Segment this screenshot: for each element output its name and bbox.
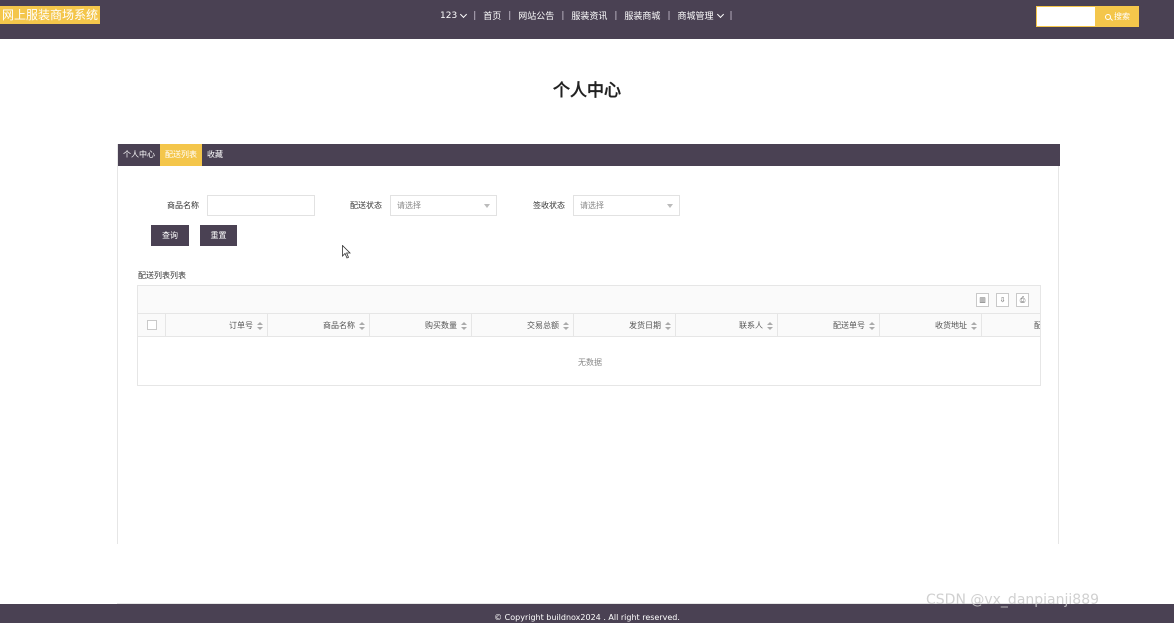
search-input[interactable] [1036, 6, 1096, 27]
print-icon[interactable]: ⎙ [1016, 293, 1029, 307]
columns-icon[interactable]: ▥ [976, 293, 989, 307]
sort-icon [461, 321, 467, 330]
nav-item-home[interactable]: 首页 [483, 9, 501, 22]
column-header[interactable]: 购买数量 [370, 314, 472, 337]
nav-separator: | [667, 10, 671, 21]
top-navbar: 网上服装商场系统 123 | 首页 | 网站公告 | 服装资讯 | 服装商城 |… [0, 0, 1174, 39]
delivery-status-select[interactable]: 请选择 [390, 195, 497, 216]
tab-delivery-list[interactable]: 配送列表 [160, 144, 202, 166]
main-nav: 123 | 首页 | 网站公告 | 服装资讯 | 服装商城 | 商城管理 | [440, 0, 740, 31]
nav-separator: | [473, 10, 477, 21]
nav-item-announcements[interactable]: 网站公告 [518, 9, 554, 22]
search-icon [1105, 13, 1111, 20]
select-all-cell [138, 314, 166, 337]
product-name-label: 商品名称 [167, 201, 199, 210]
select-all-checkbox[interactable] [147, 320, 157, 330]
product-name-input[interactable] [207, 195, 315, 216]
sort-icon [665, 321, 671, 330]
table-header: 订单号 商品名称 购买数量 交易总额 发货日期 联系人 配送单号 收货地址 配 [138, 314, 1040, 337]
empty-state: 无数据 [578, 358, 602, 367]
page-title: 个人中心 [553, 81, 621, 101]
list-title: 配送列表列表 [138, 271, 186, 280]
chevron-down-icon [460, 10, 468, 18]
query-button[interactable]: 查询 [151, 225, 189, 246]
export-icon[interactable]: ⇩ [996, 293, 1009, 307]
nav-item-fashion-news[interactable]: 服装资讯 [571, 9, 607, 22]
tab-favorites[interactable]: 收藏 [202, 144, 228, 166]
search-button[interactable]: 搜索 [1096, 6, 1139, 27]
nav-item-fashion-mall[interactable]: 服装商城 [624, 9, 660, 22]
delivery-table: ▥ ⇩ ⎙ 订单号 商品名称 购买数量 交易总额 发货日期 联系人 配送单号 收… [137, 285, 1041, 386]
column-header[interactable]: 配送单号 [778, 314, 880, 337]
delivery-status-label: 配送状态 [350, 201, 382, 210]
sign-status-label: 签收状态 [533, 201, 565, 210]
mouse-cursor-icon [342, 245, 351, 259]
sort-icon [563, 321, 569, 330]
tab-personal-center[interactable]: 个人中心 [118, 144, 160, 166]
brand-logo-text[interactable]: 网上服装商场系统 [0, 6, 101, 24]
sort-icon [359, 321, 365, 330]
column-header[interactable]: 发货日期 [574, 314, 676, 337]
copyright-text: © Copyright buildnox2024 . All right res… [494, 613, 680, 622]
nav-separator: | [561, 10, 565, 21]
sort-icon [767, 321, 773, 330]
nav-item-mall-admin[interactable]: 商城管理 [677, 9, 724, 22]
nav-separator: | [729, 10, 733, 21]
nav-separator: | [508, 10, 512, 21]
sort-icon [257, 321, 263, 330]
column-header[interactable]: 收货地址 [880, 314, 982, 337]
nav-item-user[interactable]: 123 [440, 10, 468, 21]
column-header[interactable]: 交易总额 [472, 314, 574, 337]
nav-separator: | [614, 10, 618, 21]
tab-bar: 个人中心 配送列表 收藏 [118, 144, 1060, 166]
watermark: CSDN @vx_danpianji889 [926, 592, 1100, 608]
column-header[interactable]: 商品名称 [268, 314, 370, 337]
caret-down-icon [667, 204, 673, 208]
sign-status-select[interactable]: 请选择 [573, 195, 680, 216]
sort-icon [869, 321, 875, 330]
caret-down-icon [484, 204, 490, 208]
reset-button[interactable]: 重置 [200, 225, 237, 246]
chevron-down-icon [716, 10, 724, 18]
sort-icon [971, 321, 977, 330]
column-header[interactable]: 订单号 [166, 314, 268, 337]
column-header[interactable]: 联系人 [676, 314, 778, 337]
table-toolbar: ▥ ⇩ ⎙ [138, 286, 1040, 314]
column-header[interactable]: 配 [982, 314, 1040, 337]
content-panel: 个人中心 配送列表 收藏 商品名称 配送状态 请选择 签收状态 请选择 查询 重… [117, 144, 1060, 544]
